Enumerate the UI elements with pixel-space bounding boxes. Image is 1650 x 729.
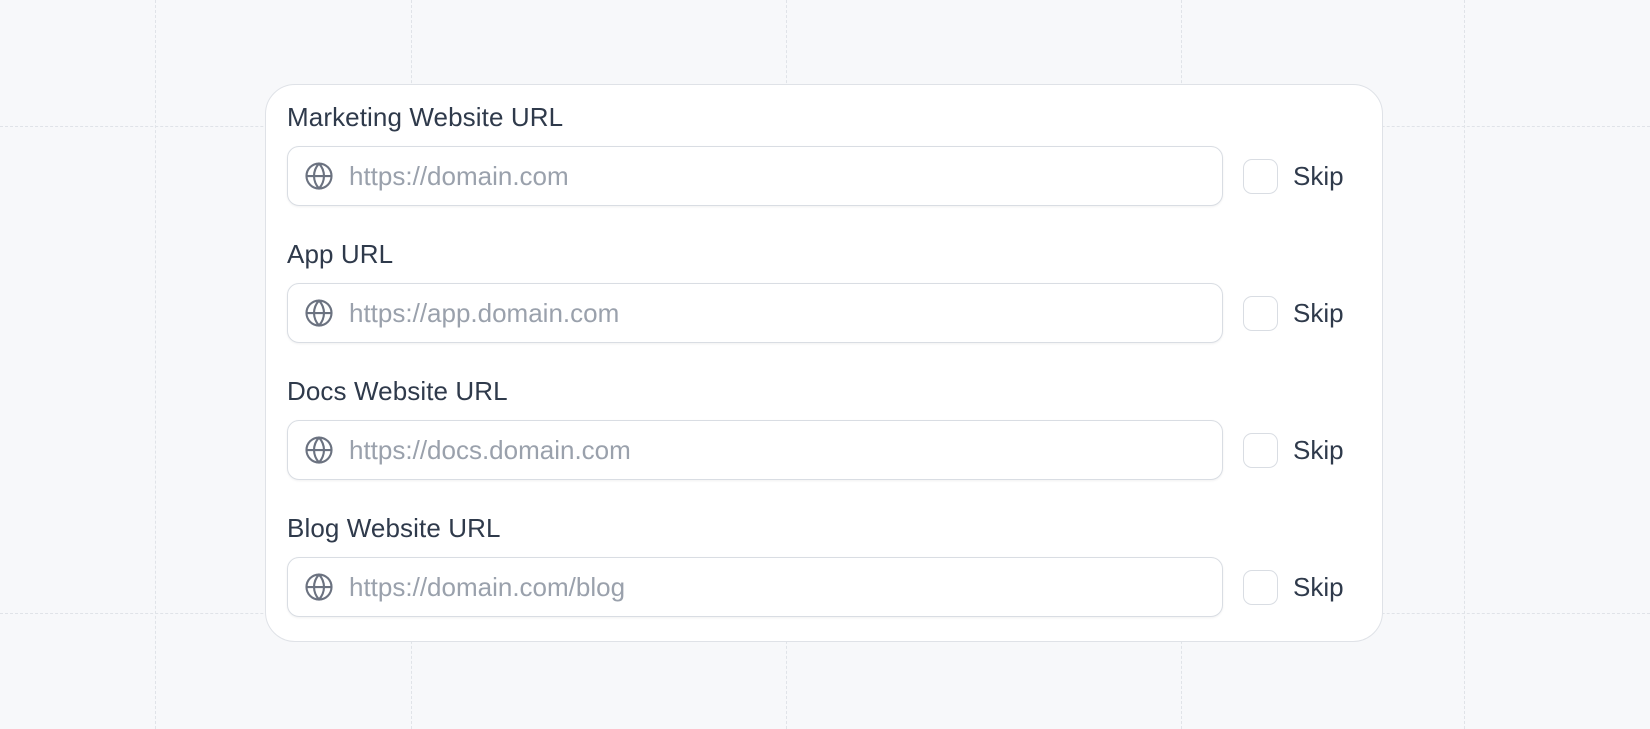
field-app-url: App URL Skip (287, 234, 1382, 371)
globe-icon (304, 572, 334, 602)
field-label: Docs Website URL (287, 376, 508, 406)
guide-line (1464, 0, 1465, 729)
skip-toggle[interactable]: Skip (1243, 432, 1344, 468)
skip-label: Skip (1293, 160, 1344, 191)
url-input-container[interactable] (287, 557, 1223, 617)
blog-url-input[interactable] (349, 558, 1222, 616)
globe-icon (304, 161, 334, 191)
url-input-container[interactable] (287, 146, 1223, 206)
url-input-container[interactable] (287, 420, 1223, 480)
field-docs-url: Docs Website URL Skip (287, 371, 1382, 508)
field-marketing-url: Marketing Website URL Skip (287, 97, 1382, 234)
globe-icon (304, 298, 334, 328)
docs-url-input[interactable] (349, 421, 1222, 479)
skip-checkbox[interactable] (1243, 432, 1278, 468)
skip-toggle[interactable]: Skip (1243, 295, 1344, 331)
skip-toggle[interactable]: Skip (1243, 569, 1344, 605)
url-form-card: Marketing Website URL Skip App URL (265, 84, 1383, 642)
globe-icon (304, 435, 334, 465)
field-blog-url: Blog Website URL Skip (287, 508, 1382, 645)
field-label: Blog Website URL (287, 513, 501, 543)
skip-checkbox[interactable] (1243, 569, 1278, 605)
app-url-input[interactable] (349, 284, 1222, 342)
field-label: App URL (287, 239, 394, 269)
url-input-container[interactable] (287, 283, 1223, 343)
marketing-url-input[interactable] (349, 147, 1222, 205)
field-label: Marketing Website URL (287, 102, 564, 132)
skip-label: Skip (1293, 571, 1344, 602)
skip-label: Skip (1293, 434, 1344, 465)
guide-line (155, 0, 156, 729)
skip-toggle[interactable]: Skip (1243, 158, 1344, 194)
skip-checkbox[interactable] (1243, 295, 1278, 331)
skip-checkbox[interactable] (1243, 158, 1278, 194)
skip-label: Skip (1293, 297, 1344, 328)
